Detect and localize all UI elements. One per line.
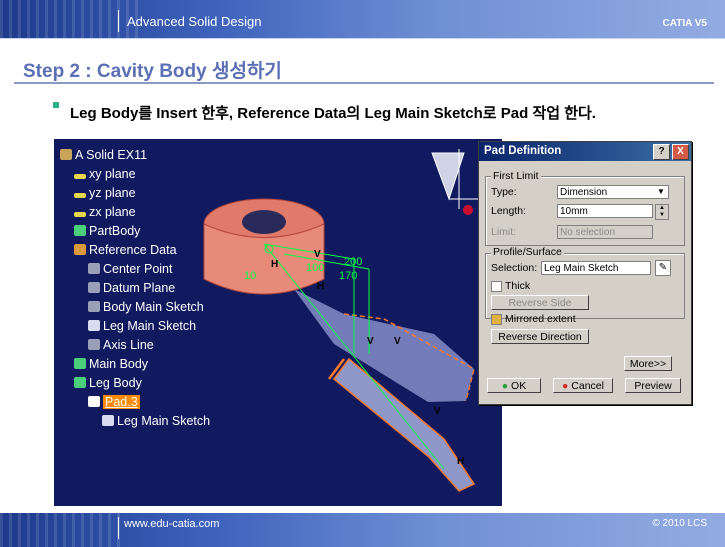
ok-button[interactable]: ● OK bbox=[487, 378, 541, 393]
dim-label: 100 bbox=[306, 262, 324, 274]
limit-input: No selection bbox=[557, 225, 653, 239]
profile-surface-label: Profile/Surface bbox=[491, 246, 564, 258]
type-label: Type: bbox=[491, 186, 517, 198]
dialog-title: Pad Definition bbox=[484, 145, 562, 157]
tree-item-yz-plane[interactable]: yz plane bbox=[74, 186, 136, 200]
chevron-down-icon[interactable]: ▼ bbox=[657, 187, 665, 196]
sketch-icon bbox=[88, 301, 100, 312]
preview-button[interactable]: Preview bbox=[625, 378, 681, 393]
constraint-mark: V bbox=[367, 336, 374, 347]
cancel-button[interactable]: ● Cancel bbox=[553, 378, 613, 393]
constraint-mark: V bbox=[314, 249, 321, 260]
pad-definition-dialog: Pad Definition ? X First Limit Type: Dim… bbox=[478, 141, 692, 405]
tree-item-datum-plane[interactable]: Datum Plane bbox=[88, 281, 175, 295]
length-spinner[interactable]: ▲ ▼ bbox=[655, 204, 669, 220]
tree-root[interactable]: A Solid EX11 bbox=[60, 148, 147, 162]
sketcher-icon[interactable]: ✎ bbox=[655, 260, 671, 276]
tree-item-leg-body[interactable]: Leg Body bbox=[74, 376, 142, 390]
plane-icon bbox=[88, 282, 100, 293]
selection-input[interactable]: Leg Main Sketch bbox=[541, 261, 651, 275]
footer-bar: www.edu-catia.com © 2010 LCS bbox=[0, 513, 725, 547]
mirrored-extent-checkbox[interactable] bbox=[491, 314, 502, 325]
tree-item-xy-plane[interactable]: xy plane bbox=[74, 167, 136, 181]
constraint-mark: V bbox=[394, 336, 401, 347]
body-icon bbox=[74, 377, 86, 388]
header-separator bbox=[118, 10, 119, 32]
thick-label: Thick bbox=[505, 280, 531, 292]
leg-pad-body[interactable] bbox=[294, 289, 474, 402]
tree-item-reference-data[interactable]: Reference Data bbox=[74, 243, 177, 257]
instruction-text: Leg Body를 Insert 한후, Reference Data의 Leg… bbox=[70, 105, 596, 122]
tree-item-partbody[interactable]: PartBody bbox=[74, 224, 140, 238]
tree-item-main-body[interactable]: Main Body bbox=[74, 357, 148, 371]
tree-item-axis-line[interactable]: Axis Line bbox=[88, 338, 154, 352]
mirrored-extent-label: Mirrored extent bbox=[505, 313, 576, 325]
footer-copyright: © 2010 LCS bbox=[652, 518, 707, 529]
limit-label: Limit: bbox=[491, 226, 517, 238]
plane-icon bbox=[74, 174, 86, 179]
catia-viewport[interactable]: 200 170 100 10 H V H V V V H A Solid EX1… bbox=[54, 139, 502, 506]
part-icon bbox=[60, 149, 72, 160]
reverse-side-button[interactable]: Reverse Side bbox=[491, 295, 589, 310]
thick-checkbox[interactable] bbox=[491, 281, 502, 292]
pad-icon bbox=[88, 396, 100, 407]
dialog-titlebar[interactable]: Pad Definition ? X bbox=[479, 142, 691, 161]
footer-separator bbox=[118, 517, 119, 539]
tree-item-leg-main-sketch[interactable]: Leg Main Sketch bbox=[88, 319, 196, 333]
bullet-icon bbox=[53, 102, 59, 108]
footer-url: www.edu-catia.com bbox=[124, 518, 220, 530]
geometrical-set-icon bbox=[74, 244, 86, 255]
line-icon bbox=[88, 339, 100, 350]
cancel-icon: ● bbox=[562, 380, 569, 392]
sketch-icon bbox=[88, 320, 100, 331]
point-icon bbox=[88, 263, 100, 274]
body-icon bbox=[74, 358, 86, 369]
selection-label: Selection: bbox=[491, 262, 538, 274]
close-button[interactable]: X bbox=[672, 144, 689, 160]
constraint-mark: V bbox=[434, 406, 441, 417]
step-title: Step 2 : Cavity Body 생성하기 bbox=[23, 61, 282, 82]
dim-label: 170 bbox=[339, 270, 357, 282]
body-icon bbox=[74, 225, 86, 236]
tree-item-pad[interactable]: Pad.3 bbox=[88, 395, 140, 409]
header-bar: Advanced Solid Design CATIA V5 bbox=[0, 0, 725, 38]
reverse-direction-button[interactable]: Reverse Direction bbox=[491, 329, 589, 344]
more-button[interactable]: More>> bbox=[624, 356, 672, 371]
constraint-mark: H bbox=[317, 281, 324, 292]
tree-item-body-main-sketch[interactable]: Body Main Sketch bbox=[88, 300, 204, 314]
header-divider bbox=[0, 38, 725, 39]
constraint-mark: H bbox=[457, 456, 464, 467]
step-underline bbox=[14, 82, 714, 84]
header-title: Advanced Solid Design bbox=[127, 14, 262, 29]
plane-icon bbox=[74, 193, 86, 198]
plane-icon bbox=[74, 212, 86, 217]
ok-icon: ● bbox=[501, 380, 509, 392]
sketch-icon bbox=[102, 415, 114, 426]
header-brand: CATIA V5 bbox=[662, 18, 707, 29]
footer-decoration bbox=[0, 513, 120, 547]
tree-item-pad-sketch[interactable]: Leg Main Sketch bbox=[102, 414, 210, 428]
header-decoration bbox=[0, 0, 140, 38]
tree-item-center-point[interactable]: Center Point bbox=[88, 262, 172, 276]
specification-tree: A Solid EX11 xy plane yz plane zx plane … bbox=[54, 139, 284, 439]
help-button[interactable]: ? bbox=[653, 144, 670, 160]
length-label: Length: bbox=[491, 205, 527, 217]
type-select[interactable]: Dimension bbox=[557, 185, 669, 199]
length-input[interactable]: 10mm bbox=[557, 204, 653, 218]
tree-item-zx-plane[interactable]: zx plane bbox=[74, 205, 136, 219]
first-limit-label: First Limit bbox=[491, 170, 541, 182]
dim-label: 200 bbox=[344, 256, 362, 268]
